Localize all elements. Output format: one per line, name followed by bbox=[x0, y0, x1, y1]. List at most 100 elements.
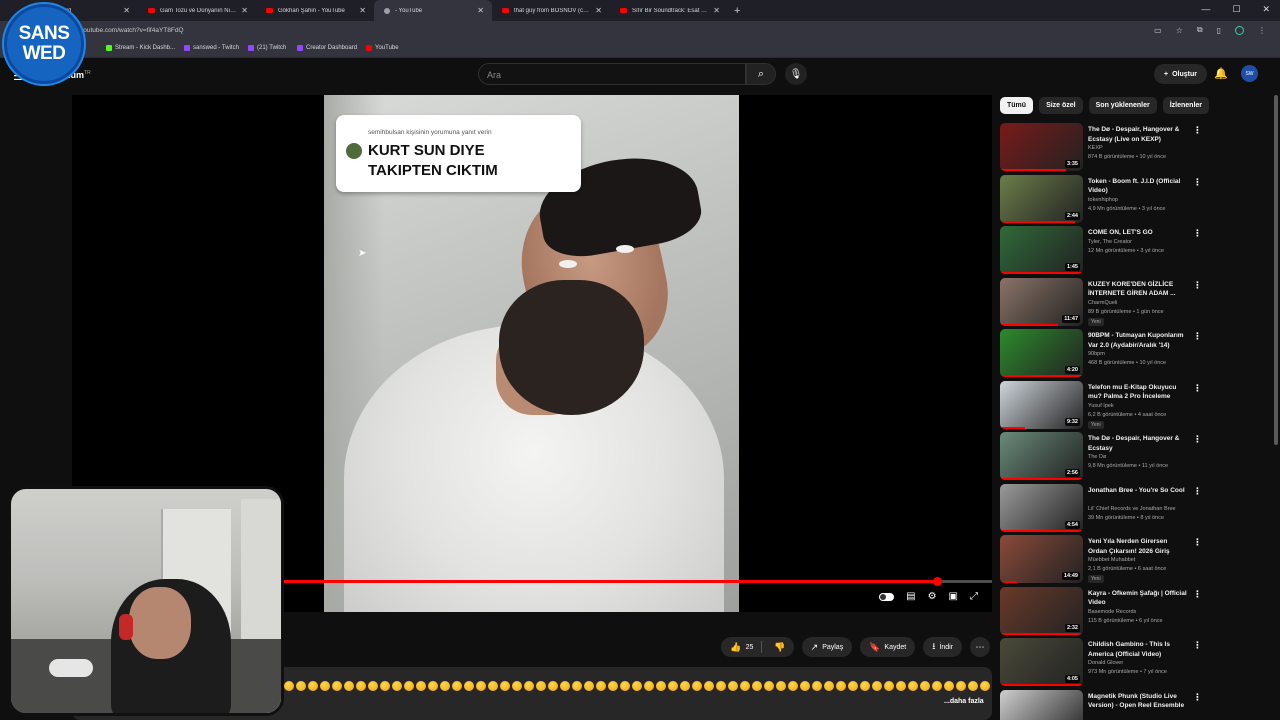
channel-name[interactable]: KEXP bbox=[1088, 145, 1198, 151]
video-title[interactable]: Jonathan Bree - You're So Cool bbox=[1088, 486, 1188, 496]
more-options-icon[interactable]: ⋮ bbox=[1193, 640, 1202, 651]
close-window-icon[interactable]: ✕ bbox=[1262, 4, 1270, 15]
bookmark-item[interactable]: Stream - Kick Dashb... bbox=[106, 45, 175, 51]
dislike-icon[interactable]: 👎 bbox=[766, 642, 793, 653]
show-more-link[interactable]: ...daha fazla bbox=[944, 698, 984, 705]
video-thumbnail[interactable]: 14:49 bbox=[1000, 535, 1083, 583]
recommended-video[interactable]: 4:20 90BPM - Tutmayan Kuponlarım Var 2.0 … bbox=[1000, 328, 1270, 380]
filter-chip[interactable]: İzlenenler bbox=[1162, 97, 1210, 114]
browser-tab[interactable]: - YouTube ✕ bbox=[374, 0, 492, 21]
settings-gear-icon[interactable]: ⚙ bbox=[928, 591, 937, 602]
channel-name[interactable]: Donald Glover bbox=[1088, 660, 1198, 666]
channel-name[interactable]: Basemode Records bbox=[1088, 609, 1198, 615]
subtitles-icon[interactable]: ▤ bbox=[906, 591, 915, 602]
search-input[interactable]: Ara bbox=[478, 63, 746, 85]
share-button[interactable]: ↗ Paylaş bbox=[801, 637, 853, 657]
more-options-icon[interactable]: ⋮ bbox=[1193, 486, 1202, 497]
bookmark-item[interactable]: (21) Twitch bbox=[248, 45, 286, 51]
close-tab-icon[interactable]: ✕ bbox=[241, 6, 248, 15]
extension-icon[interactable] bbox=[1235, 25, 1244, 35]
video-thumbnail[interactable]: 1:45 bbox=[1000, 226, 1083, 274]
cast-icon[interactable]: ▭ bbox=[1154, 26, 1162, 35]
download-button[interactable]: ⭳ İndir bbox=[923, 637, 962, 657]
miniplayer-icon[interactable]: ▣ bbox=[949, 591, 958, 602]
browser-tab[interactable]: Gam Tozu ve Dünyanın Ninnisi ✕ bbox=[138, 0, 256, 21]
video-title[interactable]: COME ON, LET'S GO bbox=[1088, 228, 1188, 238]
account-avatar[interactable]: SW bbox=[1241, 65, 1258, 82]
bookmark-item[interactable]: Creator Dashboard bbox=[297, 45, 357, 51]
channel-name[interactable]: tokenhiphop bbox=[1088, 197, 1198, 203]
more-options-icon[interactable]: ⋮ bbox=[1193, 692, 1202, 703]
recommended-video[interactable]: 14:49 Yeni Yıla Nerden Girersen Ordan Çık… bbox=[1000, 534, 1270, 586]
video-title[interactable]: Magnetik Phunk (Studio Live Version) - O… bbox=[1088, 692, 1188, 711]
filter-chip[interactable]: Son yüklenenler bbox=[1088, 97, 1157, 114]
video-thumbnail[interactable]: 4:05 bbox=[1000, 638, 1083, 686]
channel-name[interactable]: Yusuf İpek bbox=[1088, 403, 1198, 409]
browser-tab[interactable]: that guy from BOSNOV (compilation✕ bbox=[492, 0, 610, 21]
video-title[interactable]: Childish Gambino - This Is America (Offi… bbox=[1088, 640, 1188, 659]
video-title[interactable]: Telefon mu E-Kitap Okuyucu mu? Palma 2 P… bbox=[1088, 383, 1188, 402]
video-title[interactable]: Kayra - Ofkemin Şafağı | Official Video bbox=[1088, 589, 1188, 608]
close-tab-icon[interactable]: ✕ bbox=[477, 6, 484, 15]
more-actions-button[interactable]: ⋯ bbox=[970, 637, 990, 657]
more-options-icon[interactable]: ⋮ bbox=[1193, 228, 1202, 239]
recommended-video[interactable]: 1:45 COME ON, LET'S GO Tyler, The Creator 1… bbox=[1000, 225, 1270, 277]
voice-search-button[interactable]: 🎙 bbox=[785, 63, 807, 85]
notifications-bell-icon[interactable]: 🔔 bbox=[1214, 67, 1228, 80]
more-options-icon[interactable]: ⋮ bbox=[1193, 383, 1202, 394]
recommended-video[interactable]: 4:54 Jonathan Bree - You're So Cool Lil' C… bbox=[1000, 483, 1270, 535]
progress-scrubber[interactable] bbox=[932, 577, 942, 586]
recommended-video[interactable]: 2:32 Kayra - Ofkemin Şafağı | Official Vi… bbox=[1000, 586, 1270, 638]
url-field[interactable]: youtube.com/watch?v=fif4aYT8FdQ bbox=[80, 27, 184, 34]
bookmark-item[interactable]: YouTube bbox=[366, 45, 399, 51]
save-button[interactable]: 🔖 Kaydet bbox=[860, 637, 916, 657]
channel-name[interactable]: Lil' Chief Records ve Jonathan Bree bbox=[1088, 506, 1198, 512]
video-title[interactable]: KUZEY KORE'DEN GİZLİCE İNTERNETE GİREN A… bbox=[1088, 280, 1188, 299]
more-options-icon[interactable]: ⋮ bbox=[1193, 537, 1202, 548]
maximize-icon[interactable]: ☐ bbox=[1232, 4, 1240, 15]
autoplay-toggle[interactable] bbox=[879, 592, 895, 601]
channel-name[interactable]: Müebbet Muhabbet bbox=[1088, 557, 1198, 563]
extensions-icon[interactable]: ⧉ bbox=[1197, 25, 1203, 35]
recommended-video[interactable]: 2:44 Token - Boom ft. J.I.D (Official Vid… bbox=[1000, 174, 1270, 226]
browser-tab[interactable]: Sıfır Bir Soundtrack: Esat Bargun ✕ bbox=[610, 0, 728, 21]
video-thumbnail[interactable]: 4:54 bbox=[1000, 483, 1083, 532]
video-thumbnail[interactable]: 2:44 bbox=[1000, 174, 1083, 223]
more-options-icon[interactable]: ⋮ bbox=[1193, 434, 1202, 445]
like-icon[interactable]: 👍 bbox=[730, 642, 741, 653]
sidebar-icon[interactable]: ▯ bbox=[1217, 26, 1221, 35]
fullscreen-icon[interactable]: ⤢ bbox=[970, 591, 978, 602]
filter-chip[interactable]: Size özel bbox=[1039, 97, 1083, 114]
video-title[interactable]: Yeni Yıla Nerden Girersen Ordan Çıkarsın… bbox=[1088, 537, 1188, 556]
video-thumbnail[interactable]: 2:32 bbox=[1000, 586, 1083, 635]
create-button[interactable]: + Oluştur bbox=[1154, 64, 1207, 84]
more-options-icon[interactable]: ⋮ bbox=[1193, 280, 1202, 291]
video-thumbnail[interactable]: 3:35 bbox=[1000, 123, 1083, 171]
video-title[interactable]: The Dø - Despair, Hangover & Ecstasy (Li… bbox=[1088, 125, 1188, 144]
channel-name[interactable]: 90bpm bbox=[1088, 351, 1198, 357]
bookmark-star-icon[interactable]: ☆ bbox=[1176, 26, 1183, 35]
close-tab-icon[interactable]: ✕ bbox=[123, 6, 130, 15]
recommended-video[interactable]: 9:32 Telefon mu E-Kitap Okuyucu mu? Palma… bbox=[1000, 380, 1270, 432]
channel-name[interactable]: The Dø bbox=[1088, 454, 1198, 460]
recommended-video[interactable]: 4:05 Childish Gambino - This Is America (… bbox=[1000, 637, 1270, 689]
video-title[interactable]: 90BPM - Tutmayan Kuponlarım Var 2.0 (Ayd… bbox=[1088, 331, 1188, 350]
close-tab-icon[interactable]: ✕ bbox=[359, 6, 366, 15]
video-thumbnail[interactable]: 11:47 bbox=[1000, 277, 1083, 326]
recommended-video[interactable]: 11:47 KUZEY KORE'DEN GİZLİCE İNTERNETE Gİ… bbox=[1000, 277, 1270, 329]
video-thumbnail[interactable]: 9:32 bbox=[1000, 380, 1083, 429]
more-options-icon[interactable]: ⋮ bbox=[1193, 331, 1202, 342]
channel-name[interactable]: Tyler, The Creator bbox=[1088, 239, 1198, 245]
more-options-icon[interactable]: ⋮ bbox=[1193, 125, 1202, 136]
search-button[interactable]: ⌕ bbox=[746, 63, 776, 85]
browser-tab[interactable]: Gökhan Şahin - YouTube ✕ bbox=[256, 0, 374, 21]
recommended-video[interactable]: 2:56 The Dø - Despair, Hangover & Ecstasy… bbox=[1000, 431, 1270, 483]
more-options-icon[interactable]: ⋮ bbox=[1193, 177, 1202, 188]
recommended-video[interactable]: 3:35 The Dø - Despair, Hangover & Ecstasy… bbox=[1000, 122, 1270, 174]
close-tab-icon[interactable]: ✕ bbox=[713, 6, 720, 15]
page-scrollbar[interactable] bbox=[1274, 95, 1278, 445]
video-thumbnail[interactable] bbox=[1000, 689, 1083, 720]
channel-name[interactable]: CharmQueli bbox=[1088, 300, 1198, 306]
bookmark-item[interactable]: sanswed - Twitch bbox=[184, 45, 239, 51]
video-thumbnail[interactable]: 4:20 bbox=[1000, 329, 1083, 377]
